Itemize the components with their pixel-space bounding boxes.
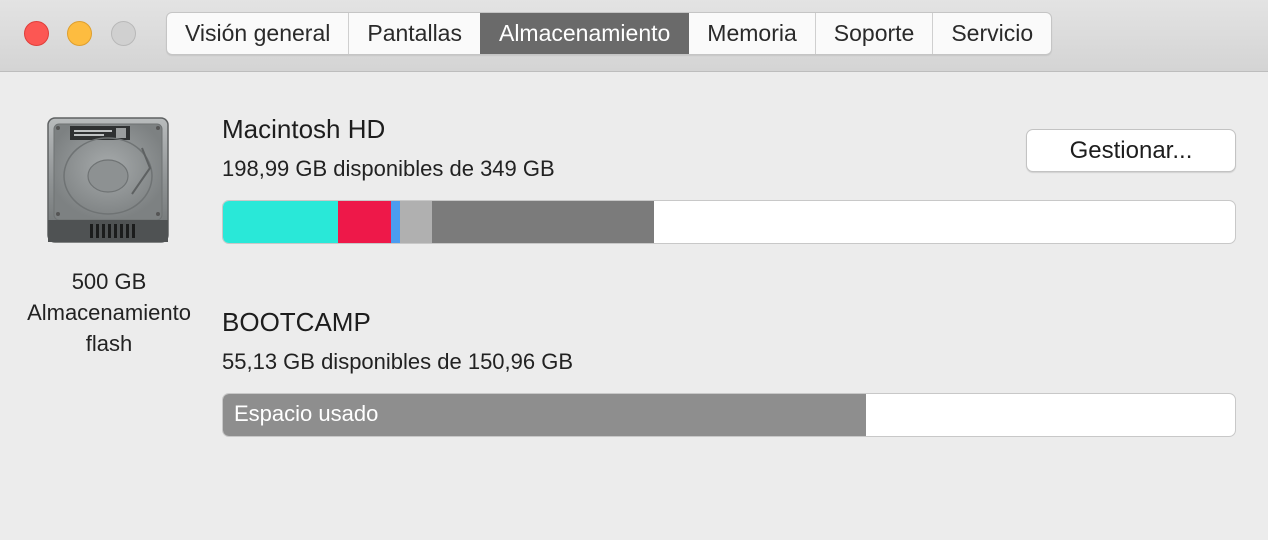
drive-caption: 500 GB Almacenamiento flash <box>4 266 214 359</box>
storage-window: Visión general Pantallas Almacenamiento … <box>0 0 1268 540</box>
tab-memory[interactable]: Memoria <box>688 13 814 54</box>
volume-name-bootcamp: BOOTCAMP <box>222 307 371 337</box>
close-window-button[interactable] <box>24 21 49 46</box>
hard-drive-icon <box>46 116 170 244</box>
minimize-window-button[interactable] <box>67 21 92 46</box>
drive-type-line2: flash <box>85 331 133 356</box>
tab-bar: Visión general Pantallas Almacenamiento … <box>166 12 1053 55</box>
usage-segment-documents[interactable] <box>338 201 391 243</box>
volume-availability-macintosh-hd: 198,99 GB disponibles de 349 GB <box>222 156 555 181</box>
storage-usage-bar-macintosh-hd[interactable] <box>222 200 1236 244</box>
tab-overview[interactable]: Visión general <box>167 13 348 54</box>
tab-displays[interactable]: Pantallas <box>348 13 480 54</box>
usage-segment-used[interactable] <box>223 394 866 436</box>
volume-name-macintosh-hd: Macintosh HD <box>222 114 386 144</box>
tab-storage[interactable]: Almacenamiento <box>479 13 689 54</box>
drive-type-line1: Almacenamiento <box>27 300 191 325</box>
usage-segment-apps[interactable] <box>223 201 339 243</box>
drive-capacity: 500 GB <box>71 269 147 294</box>
storage-usage-bar-bootcamp[interactable] <box>222 393 1236 437</box>
tab-service[interactable]: Servicio <box>932 13 1051 54</box>
usage-segment-system[interactable] <box>432 201 655 243</box>
volume-availability-bootcamp: 55,13 GB disponibles de 150,96 GB <box>222 349 574 374</box>
usage-segment-other-light[interactable] <box>400 201 433 243</box>
toolbar: Visión general Pantallas Almacenamiento … <box>0 0 1268 72</box>
manage-storage-button[interactable]: Gestionar... <box>1026 129 1236 172</box>
zoom-window-button[interactable] <box>111 21 136 46</box>
usage-segment-mail[interactable] <box>390 201 401 243</box>
tab-support[interactable]: Soporte <box>814 13 933 54</box>
